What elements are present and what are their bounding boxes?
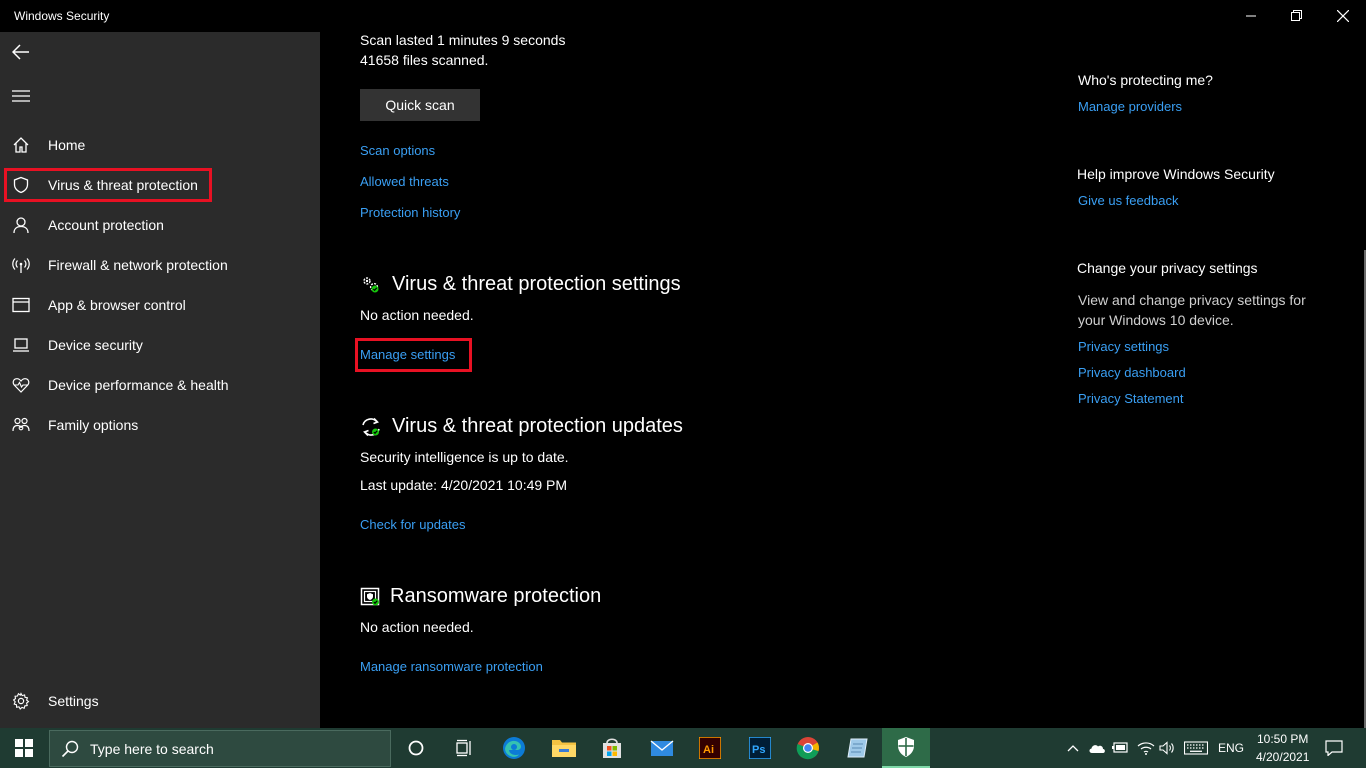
svg-text:Ai: Ai (703, 744, 714, 756)
mail-icon[interactable] (638, 728, 686, 768)
keyboard-icon[interactable] (1183, 728, 1209, 768)
notepad-icon[interactable] (834, 728, 882, 768)
wifi-icon[interactable] (1136, 728, 1156, 768)
minimize-icon (1246, 15, 1256, 17)
taskbar-search[interactable]: Type here to search (49, 730, 391, 767)
sidebar-item-label: Account protection (48, 217, 164, 233)
ransomware-icon (360, 586, 382, 608)
manage-providers-link[interactable]: Manage providers (1078, 99, 1182, 114)
store-icon[interactable] (588, 728, 636, 768)
quick-scan-button[interactable]: Quick scan (360, 89, 480, 121)
sidebar-item-virus-threat-protection[interactable]: Virus & threat protection (0, 165, 320, 205)
window-title: Windows Security (14, 9, 110, 23)
restore-icon (1291, 10, 1302, 21)
home-icon (0, 125, 48, 165)
taskbar: Type here to search Ai Ps ENG 10:50 PM 4… (0, 728, 1366, 768)
windows-logo-icon (15, 739, 33, 757)
scan-options-link[interactable]: Scan options (360, 143, 435, 158)
battery-icon[interactable] (1111, 728, 1131, 768)
ransomware-section-title: Ransomware protection (390, 585, 602, 607)
task-view-icon[interactable] (440, 728, 488, 768)
laptop-icon (0, 325, 48, 365)
search-placeholder: Type here to search (90, 740, 214, 757)
chevron-up-icon[interactable] (1064, 728, 1082, 768)
updates-section-title: Virus & threat protection updates (392, 415, 683, 437)
give-feedback-link[interactable]: Give us feedback (1078, 193, 1178, 208)
menu-button[interactable] (6, 82, 36, 110)
settings-section-title: Virus & threat protection settings (392, 273, 681, 295)
illustrator-icon[interactable]: Ai (686, 728, 734, 768)
settings-status: No action needed. (360, 307, 474, 323)
windows-security-icon[interactable] (882, 728, 930, 768)
privacy-statement-link[interactable]: Privacy Statement (1078, 391, 1184, 406)
sidebar-item-label: Family options (48, 417, 139, 433)
sidebar-item-app-browser-control[interactable]: App & browser control (0, 285, 320, 325)
sidebar-item-label: App & browser control (48, 297, 186, 313)
browser-window-icon (0, 285, 48, 325)
settings-gears-icon (360, 274, 382, 296)
help-improve-title: Help improve Windows Security (1077, 166, 1275, 182)
privacy-dashboard-link[interactable]: Privacy dashboard (1078, 365, 1186, 380)
sidebar-item-label: Home (48, 137, 86, 153)
search-icon (50, 740, 90, 758)
heart-pulse-icon (0, 365, 48, 405)
minimize-button[interactable] (1228, 0, 1274, 32)
family-icon (0, 405, 48, 445)
back-arrow-icon (12, 44, 29, 60)
sidebar-item-account-protection[interactable]: Account protection (0, 205, 320, 245)
svg-text:Ps: Ps (752, 744, 765, 756)
sidebar-item-settings[interactable]: Settings (0, 681, 320, 721)
sidebar-item-label: Virus & threat protection (48, 177, 198, 193)
main-content: Scan lasted 1 minutes 9 seconds 41658 fi… (320, 32, 1366, 744)
sidebar-item-firewall[interactable]: Firewall & network protection (0, 245, 320, 285)
sidebar-item-device-security[interactable]: Device security (0, 325, 320, 365)
photoshop-icon[interactable]: Ps (736, 728, 784, 768)
clock-date[interactable]: 4/20/2021 (1256, 750, 1309, 764)
protection-history-link[interactable]: Protection history (360, 205, 460, 220)
person-icon (0, 205, 48, 245)
shield-icon (0, 165, 48, 205)
sidebar-item-label: Device performance & health (48, 377, 229, 393)
back-button[interactable] (6, 38, 36, 66)
check-for-updates-link[interactable]: Check for updates (360, 517, 466, 532)
hamburger-icon (12, 90, 30, 102)
file-explorer-icon[interactable] (540, 728, 588, 768)
privacy-description: View and change privacy settings for you… (1078, 292, 1306, 328)
cortana-icon[interactable] (392, 728, 440, 768)
onedrive-icon[interactable] (1087, 728, 1107, 768)
sidebar-item-family-options[interactable]: Family options (0, 405, 320, 445)
close-icon (1337, 10, 1349, 22)
update-sync-icon (360, 416, 382, 438)
close-button[interactable] (1320, 0, 1366, 32)
language-indicator[interactable]: ENG (1218, 741, 1244, 755)
sidebar-item-home[interactable]: Home (0, 125, 320, 165)
gear-icon (0, 681, 48, 721)
scan-duration: Scan lasted 1 minutes 9 seconds (360, 32, 566, 48)
last-update: Last update: 4/20/2021 10:49 PM (360, 477, 568, 493)
who-protecting-title: Who's protecting me? (1078, 72, 1213, 88)
wireless-icon (0, 245, 48, 285)
volume-icon[interactable] (1158, 728, 1178, 768)
chrome-icon[interactable] (784, 728, 832, 768)
settings-label: Settings (48, 693, 99, 709)
sidebar-item-label: Device security (48, 337, 143, 353)
notification-icon[interactable] (1320, 728, 1348, 768)
manage-ransomware-link[interactable]: Manage ransomware protection (360, 659, 543, 674)
ransomware-status: No action needed. (360, 619, 474, 635)
edge-icon[interactable] (490, 728, 538, 768)
files-scanned: 41658 files scanned. (360, 52, 489, 68)
sidebar-item-label: Firewall & network protection (48, 257, 228, 273)
updates-status: Security intelligence is up to date. (360, 449, 569, 465)
sidebar: Home Virus & threat protection Account p… (0, 32, 320, 728)
restore-button[interactable] (1274, 0, 1320, 32)
privacy-settings-link[interactable]: Privacy settings (1078, 339, 1169, 354)
start-button[interactable] (0, 728, 48, 768)
title-bar: Windows Security (0, 0, 1366, 32)
manage-settings-link[interactable]: Manage settings (360, 347, 455, 362)
allowed-threats-link[interactable]: Allowed threats (360, 174, 449, 189)
clock-time[interactable]: 10:50 PM (1257, 732, 1308, 746)
privacy-title: Change your privacy settings (1077, 260, 1258, 276)
sidebar-item-device-performance[interactable]: Device performance & health (0, 365, 320, 405)
